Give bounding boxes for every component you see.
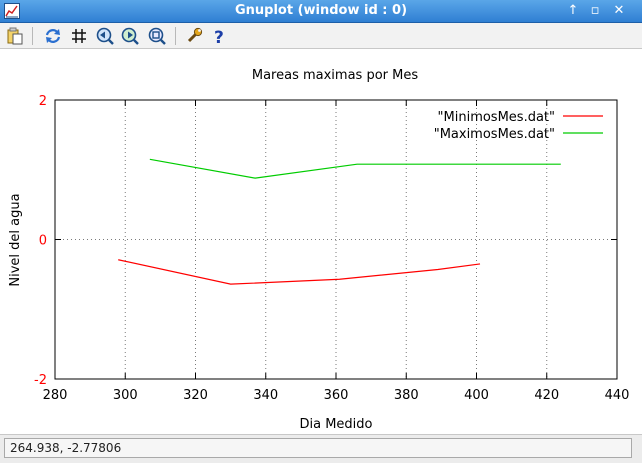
status-bar: 264.938, -2.77806 <box>0 434 642 463</box>
window-titlebar: Gnuplot (window id : 0) ↑ ▫ ✕ <box>0 0 642 23</box>
plot-area[interactable]: 280 300 320 340 360 380 400 420 440 -2 0 2 Mareas m… <box>0 49 642 434</box>
toolbar: ? <box>0 23 642 49</box>
grid-icon[interactable] <box>69 26 89 46</box>
svg-text:?: ? <box>214 28 224 46</box>
x-axis-label: Dia Medido <box>299 417 372 432</box>
toolbar-separator <box>175 27 176 45</box>
y-tick-label: 2 <box>39 94 47 109</box>
window-title: Gnuplot (window id : 0) <box>234 3 408 18</box>
y-tick-label: -2 <box>34 373 47 388</box>
x-tick-label: 400 <box>464 388 489 403</box>
x-tick-label: 300 <box>113 388 138 403</box>
series-line-0 <box>118 259 481 285</box>
y-tick-label: 0 <box>39 234 47 249</box>
chart-svg: 280 300 320 340 360 380 400 420 440 -2 0 2 Mareas m… <box>8 68 630 432</box>
x-tick-label: 440 <box>605 388 630 403</box>
series-line-1 <box>149 158 561 179</box>
x-tick-label: 380 <box>394 388 419 403</box>
help-icon[interactable]: ? <box>210 26 230 46</box>
replot-icon[interactable] <box>43 26 63 46</box>
options-wrench-icon[interactable] <box>184 26 204 46</box>
close-button[interactable]: ✕ <box>612 4 626 18</box>
x-tick-label: 360 <box>324 388 349 403</box>
mouse-coordinates-readout: 264.938, -2.77806 <box>4 438 632 458</box>
x-tick-label: 420 <box>534 388 559 403</box>
x-tick-label: 340 <box>253 388 278 403</box>
keep-above-button[interactable]: ↑ <box>566 4 580 18</box>
restore-button[interactable]: ▫ <box>588 4 602 18</box>
chart-title: Mareas maximas por Mes <box>252 68 418 83</box>
copy-to-clipboard-icon[interactable] <box>5 26 25 46</box>
y-axis-label: Nivel del agua <box>8 193 23 286</box>
autoscale-icon[interactable] <box>147 26 167 46</box>
legend-label-1: "MaximosMes.dat" <box>434 127 555 142</box>
legend-label-0: "MinimosMes.dat" <box>438 110 555 125</box>
previous-zoom-icon[interactable] <box>95 26 115 46</box>
x-tick-label: 320 <box>183 388 208 403</box>
next-zoom-icon[interactable] <box>120 26 140 46</box>
x-tick-label: 280 <box>43 388 68 403</box>
toolbar-separator <box>32 27 33 45</box>
